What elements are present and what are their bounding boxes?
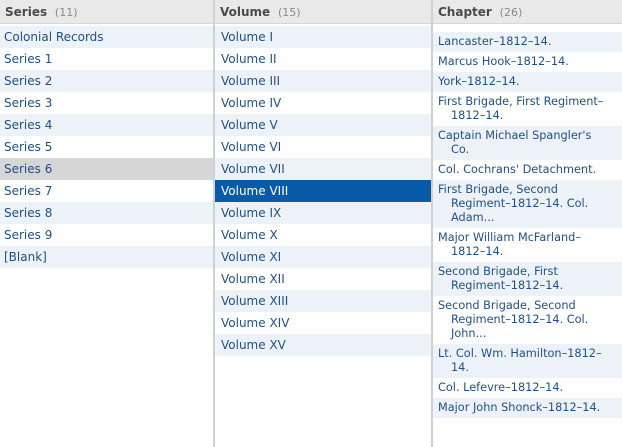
chapter-list-item[interactable]: Col. Lefevre–1812–14.: [433, 378, 622, 398]
series-list-item[interactable]: Series 6: [0, 158, 213, 180]
series-column: Series (11) Colonial Records Series 1 Seri…: [0, 0, 213, 447]
volume-list-item[interactable]: Volume VII: [215, 158, 431, 180]
chapter-item-line: Major William McFarland–: [438, 231, 581, 244]
chapter-item-line: Regiment–1812–14. Col.: [451, 197, 589, 210]
series-list-item[interactable]: [Blank]: [0, 246, 213, 268]
chapter-list: Lancaster–1812–14. Marcus Hook–1812–14. Yo…: [433, 24, 622, 418]
series-list-item[interactable]: Colonial Records: [0, 26, 213, 48]
chapter-list-item[interactable]: Major William McFarland– 1812–14.: [433, 228, 622, 262]
chapter-header-title: Chapter: [438, 5, 492, 19]
series-header: Series (11): [0, 0, 213, 24]
volume-list-item[interactable]: Volume XIV: [215, 312, 431, 334]
chapter-item-line: Regiment–1812–14. Col.: [451, 313, 589, 326]
chapter-list-item[interactable]: Second Brigade, Second Regiment–1812–14. …: [433, 296, 622, 344]
chapter-item-line: First Brigade, Second: [438, 183, 558, 196]
volume-list-item[interactable]: Volume V: [215, 114, 431, 136]
series-list-item[interactable]: Series 1: [0, 48, 213, 70]
volume-list-item[interactable]: Volume XII: [215, 268, 431, 290]
chapter-item-line: John...: [451, 327, 487, 340]
volume-list-item[interactable]: Volume IX: [215, 202, 431, 224]
volume-list-item[interactable]: Volume VI: [215, 136, 431, 158]
series-list-item[interactable]: Series 9: [0, 224, 213, 246]
series-header-title: Series: [5, 5, 48, 19]
chapter-item-line: 1812–14.: [451, 109, 504, 122]
chapter-list-item[interactable]: Lt. Col. Wm. Hamilton–1812– 14.: [433, 344, 622, 378]
volume-list-item[interactable]: Volume X: [215, 224, 431, 246]
volume-header-count: (15): [278, 6, 301, 19]
chapter-item-line: Adam...: [451, 211, 495, 224]
chapter-item-line: 14.: [451, 361, 469, 374]
series-list-item[interactable]: Series 5: [0, 136, 213, 158]
series-list-item[interactable]: Series 7: [0, 180, 213, 202]
chapter-item-line: Captain Michael Spangler's: [438, 129, 592, 142]
chapter-item-line: Lancaster–1812–14.: [438, 35, 552, 48]
volume-list-item[interactable]: Volume XV: [215, 334, 431, 356]
volume-list-item[interactable]: Volume XIII: [215, 290, 431, 312]
chapter-list-item[interactable]: Marcus Hook–1812–14.: [433, 52, 622, 72]
volume-list: Volume I Volume II Volume III Volume IV Volu…: [215, 24, 431, 356]
volume-list-item[interactable]: Volume VIII: [215, 180, 431, 202]
volume-list-item[interactable]: Volume I: [215, 26, 431, 48]
chapter-item-line: Co.: [451, 143, 470, 156]
chapter-item-line: Lt. Col. Wm. Hamilton–1812–: [438, 347, 602, 360]
volume-header-title: Volume: [220, 5, 271, 19]
chapter-list-item[interactable]: Lancaster–1812–14.: [433, 32, 622, 52]
volume-list-item[interactable]: Volume XI: [215, 246, 431, 268]
volume-header: Volume (15): [215, 0, 431, 24]
chapter-item-line: Col. Lefevre–1812–14.: [438, 381, 564, 394]
volume-list-item[interactable]: Volume IV: [215, 92, 431, 114]
chapter-header: Chapter (26): [433, 0, 622, 24]
chapter-item-line: 1812–14.: [451, 245, 504, 258]
volume-list-item[interactable]: Volume II: [215, 48, 431, 70]
chapter-item-line: York–1812–14.: [438, 75, 520, 88]
chapter-list-item[interactable]: Captain Michael Spangler's Co.: [433, 126, 622, 160]
chapter-item-line: Regiment–1812–14.: [451, 279, 564, 292]
series-list-item[interactable]: Series 2: [0, 70, 213, 92]
volume-column: Volume (15) Volume I Volume II Volume III V…: [215, 0, 431, 447]
chapter-item-line: Col. Cochrans' Detachment.: [438, 163, 597, 176]
series-list-item[interactable]: Series 4: [0, 114, 213, 136]
chapter-item-line: Second Brigade, Second: [438, 299, 576, 312]
series-list-item[interactable]: Series 3: [0, 92, 213, 114]
chapter-header-count: (26): [499, 6, 523, 19]
chapter-column: Chapter (26) Lancaster–1812–14. Marcus Ho…: [433, 0, 622, 447]
chapter-list-item[interactable]: Col. Cochrans' Detachment.: [433, 160, 622, 180]
volume-list-item[interactable]: Volume III: [215, 70, 431, 92]
series-header-count: (11): [54, 6, 78, 19]
chapter-item-line: First Brigade, First Regiment–: [438, 95, 604, 108]
chapter-list-item[interactable]: First Brigade, First Regiment– 1812–14.: [433, 92, 622, 126]
chapter-list-item[interactable]: Second Brigade, First Regiment–1812–14.: [433, 262, 622, 296]
series-list: Colonial Records Series 1 Series 2 Series 3…: [0, 24, 213, 268]
chapter-list-item[interactable]: Major John Shonck–1812–14.: [433, 398, 622, 418]
series-list-item[interactable]: Series 8: [0, 202, 213, 224]
chapter-list-item[interactable]: First Brigade, Second Regiment–1812–14. C…: [433, 180, 622, 228]
chapter-item-line: Major John Shonck–1812–14.: [438, 401, 601, 414]
column-browser: Series (11) Colonial Records Series 1 Seri…: [0, 0, 622, 447]
chapter-item-line: Marcus Hook–1812–14.: [438, 55, 569, 68]
chapter-item-line: Second Brigade, First: [438, 265, 558, 278]
chapter-list-item[interactable]: York–1812–14.: [433, 72, 622, 92]
